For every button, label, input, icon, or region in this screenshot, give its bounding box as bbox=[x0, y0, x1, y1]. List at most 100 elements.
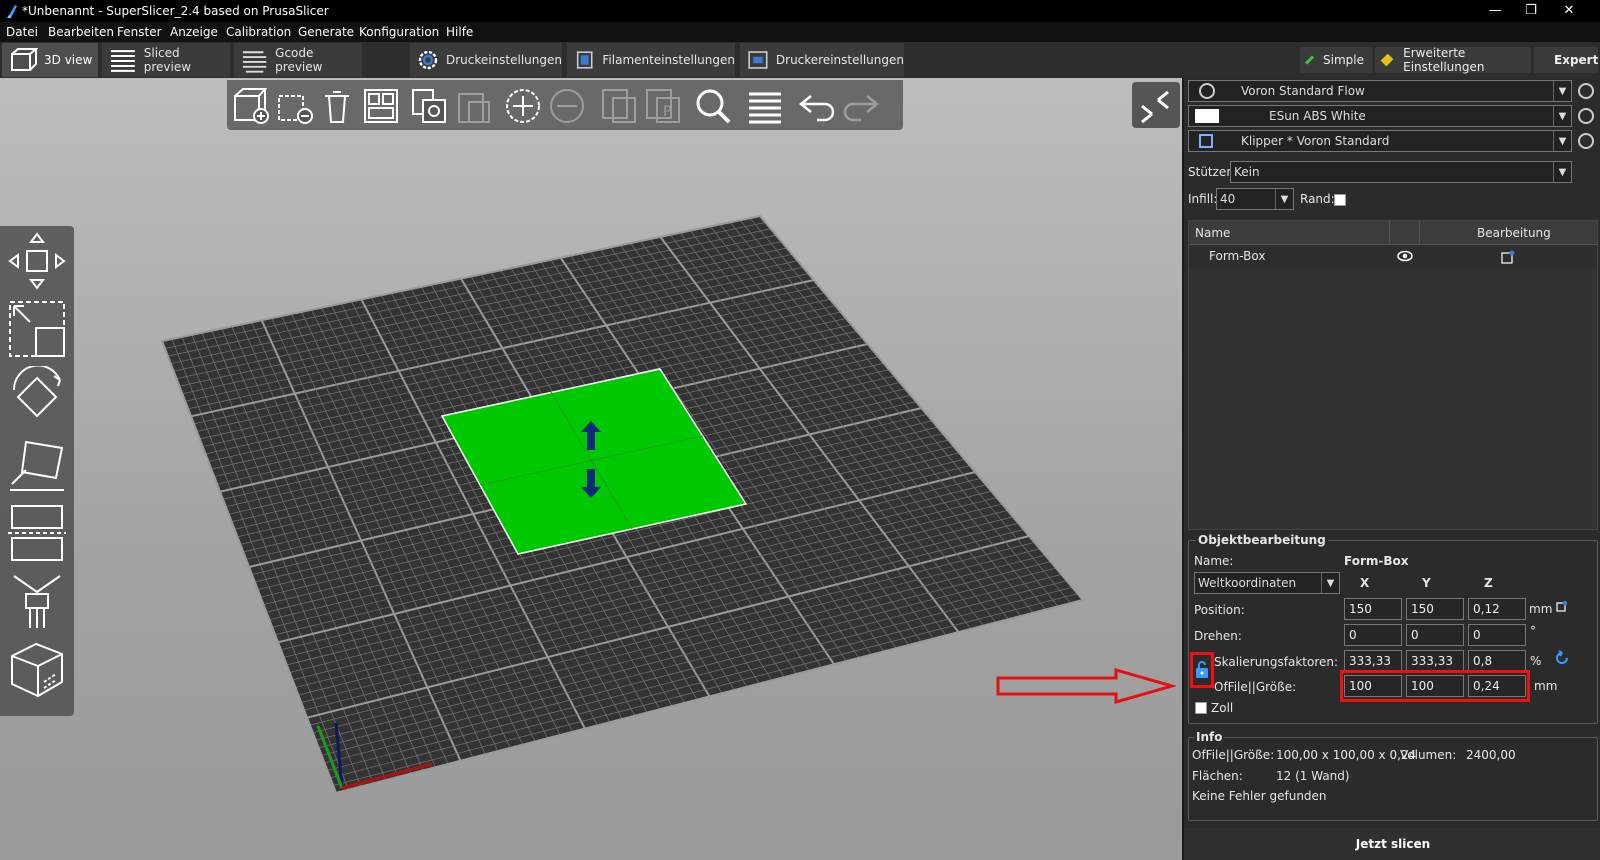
column-edit[interactable]: Bearbeitung bbox=[1477, 226, 1551, 240]
print-preset-combo[interactable]: Voron Standard Flow ▼ bbox=[1188, 80, 1572, 102]
move-icon[interactable] bbox=[6, 230, 68, 292]
infill-combo[interactable]: 40 ▼ bbox=[1216, 188, 1294, 210]
infill-value: 40 bbox=[1220, 192, 1236, 206]
print-bed-scene[interactable] bbox=[0, 78, 1182, 860]
tab-sliced-preview-label: Sliced preview bbox=[143, 46, 192, 74]
inch-checkbox[interactable] bbox=[1195, 702, 1207, 714]
3d-viewport[interactable]: P bbox=[0, 78, 1182, 860]
arrange-icon[interactable] bbox=[361, 86, 401, 126]
layers-icon bbox=[110, 50, 135, 72]
menu-bearbeiten[interactable]: Bearbeiten bbox=[48, 25, 114, 39]
simple-mode-icon bbox=[1304, 55, 1315, 65]
filament-color-swatch bbox=[1195, 109, 1219, 123]
size-x-input[interactable]: 100 bbox=[1344, 675, 1402, 697]
minimize-button[interactable]: — bbox=[1480, 2, 1510, 20]
expert-mode-icon bbox=[1538, 56, 1546, 64]
position-unit: mm bbox=[1529, 602, 1553, 616]
rotate-z-input[interactable]: 0 bbox=[1468, 624, 1526, 646]
tab-gcode-preview[interactable]: Gcode preview bbox=[234, 43, 362, 77]
paint-supports-icon[interactable] bbox=[6, 570, 68, 632]
object-name: Form-Box bbox=[1209, 249, 1266, 263]
scale-x-input[interactable]: 333,33 bbox=[1344, 650, 1402, 672]
menu-hilfe[interactable]: Hilfe bbox=[446, 25, 473, 39]
info-volume-value: 2400,00 bbox=[1466, 748, 1516, 762]
search-icon[interactable] bbox=[693, 86, 733, 126]
filament-preset-combo[interactable]: ESun ABS White ▼ bbox=[1188, 105, 1572, 127]
cube-icon bbox=[11, 48, 38, 71]
mode-simple-label: Simple bbox=[1323, 53, 1364, 67]
supports-combo[interactable]: Kein ▼ bbox=[1230, 161, 1572, 183]
mode-simple-button[interactable]: Simple bbox=[1300, 47, 1372, 73]
gizmo-toolbar bbox=[0, 226, 74, 716]
tab-filament-settings[interactable]: Filamenteinstellungen bbox=[567, 43, 735, 77]
table-row[interactable]: Form-Box bbox=[1189, 245, 1597, 267]
rotate-unit: ° bbox=[1530, 624, 1536, 638]
menu-anzeige[interactable]: Anzeige bbox=[170, 25, 218, 39]
redo-icon[interactable] bbox=[841, 86, 881, 126]
lock-icon[interactable] bbox=[1195, 661, 1209, 679]
seam-painting-cube-icon[interactable] bbox=[6, 638, 68, 700]
position-z-input[interactable]: 0,12 bbox=[1468, 598, 1526, 620]
tab-printer-settings[interactable]: Druckereinstellungen bbox=[740, 43, 904, 77]
tab-3d-view[interactable]: 3D view bbox=[2, 43, 98, 77]
name-value: Form-Box bbox=[1344, 554, 1409, 568]
brim-checkbox[interactable] bbox=[1334, 194, 1346, 206]
slice-now-button[interactable]: Jetzt slicen bbox=[1184, 828, 1600, 860]
paste-icon[interactable] bbox=[453, 86, 493, 126]
remove-instance-icon[interactable] bbox=[547, 86, 587, 126]
trash-icon[interactable] bbox=[317, 86, 357, 126]
reset-scale-icon[interactable] bbox=[1554, 650, 1570, 666]
menu-konfiguration[interactable]: Konfiguration bbox=[359, 25, 439, 39]
print-preset-value: Voron Standard Flow bbox=[1241, 84, 1365, 98]
position-label: Position: bbox=[1194, 603, 1245, 617]
mode-advanced-button[interactable]: Erweiterte Einstellungen bbox=[1375, 46, 1531, 74]
size-unit: mm bbox=[1534, 679, 1558, 693]
size-z-input[interactable]: 0,24 bbox=[1468, 675, 1526, 697]
rotate-icon[interactable] bbox=[6, 366, 68, 428]
eye-icon[interactable] bbox=[1397, 250, 1413, 262]
tab-sliced-preview[interactable]: Sliced preview bbox=[102, 43, 230, 77]
menu-calibration[interactable]: Calibration bbox=[226, 25, 291, 39]
copy-icon[interactable] bbox=[409, 86, 449, 126]
close-button[interactable]: ✕ bbox=[1554, 2, 1584, 20]
edit-settings-icon[interactable] bbox=[1501, 250, 1515, 264]
tab-print-settings-label: Druckeinstellungen bbox=[445, 53, 562, 67]
filament-preset-settings-icon[interactable] bbox=[1578, 108, 1594, 124]
size-y-input[interactable]: 100 bbox=[1406, 675, 1464, 697]
split-objects-icon[interactable] bbox=[599, 86, 639, 126]
coordinate-system-combo[interactable]: Weltkoordinaten ▼ bbox=[1194, 572, 1340, 594]
scale-icon[interactable] bbox=[6, 298, 68, 360]
filament-preset-value: ESun ABS White bbox=[1269, 109, 1366, 123]
rotate-x-input[interactable]: 0 bbox=[1344, 624, 1402, 646]
drop-to-bed-icon[interactable] bbox=[1556, 600, 1568, 612]
layer-editing-icon[interactable] bbox=[745, 86, 785, 126]
chevron-down-icon: ▼ bbox=[1553, 162, 1571, 182]
add-object-icon[interactable] bbox=[231, 86, 271, 126]
delete-object-icon[interactable] bbox=[275, 86, 315, 126]
tab-filament-settings-label: Filamenteinstellungen bbox=[602, 53, 735, 67]
scale-z-input[interactable]: 0,8 bbox=[1468, 650, 1526, 672]
menu-fenster[interactable]: Fenster bbox=[117, 25, 162, 39]
cut-icon[interactable] bbox=[6, 502, 68, 564]
menu-generate[interactable]: Generate bbox=[298, 25, 354, 39]
collapse-sidebar-button[interactable] bbox=[1132, 82, 1180, 128]
position-x-input[interactable]: 150 bbox=[1344, 598, 1402, 620]
mode-expert-button[interactable]: Expert bbox=[1534, 47, 1598, 73]
double-chevron-icon bbox=[1141, 90, 1169, 124]
scale-y-input[interactable]: 333,33 bbox=[1406, 650, 1464, 672]
chevron-down-icon: ▼ bbox=[1553, 81, 1571, 101]
info-facets-value: 12 (1 Wand) bbox=[1276, 769, 1350, 783]
column-name[interactable]: Name bbox=[1195, 226, 1230, 240]
printer-preset-combo[interactable]: Klipper * Voron Standard ▼ bbox=[1188, 130, 1572, 152]
add-instance-icon[interactable] bbox=[503, 86, 543, 126]
maximize-button[interactable]: ❐ bbox=[1516, 2, 1546, 20]
menu-datei[interactable]: Datei bbox=[6, 25, 38, 39]
printer-preset-settings-icon[interactable] bbox=[1578, 133, 1594, 149]
split-parts-icon[interactable]: P bbox=[643, 86, 683, 126]
print-preset-settings-icon[interactable] bbox=[1578, 83, 1594, 99]
rotate-y-input[interactable]: 0 bbox=[1406, 624, 1464, 646]
place-on-face-icon[interactable] bbox=[6, 434, 68, 496]
position-y-input[interactable]: 150 bbox=[1406, 598, 1464, 620]
undo-icon[interactable] bbox=[797, 86, 837, 126]
tab-print-settings[interactable]: Druckeinstellungen bbox=[410, 43, 562, 77]
